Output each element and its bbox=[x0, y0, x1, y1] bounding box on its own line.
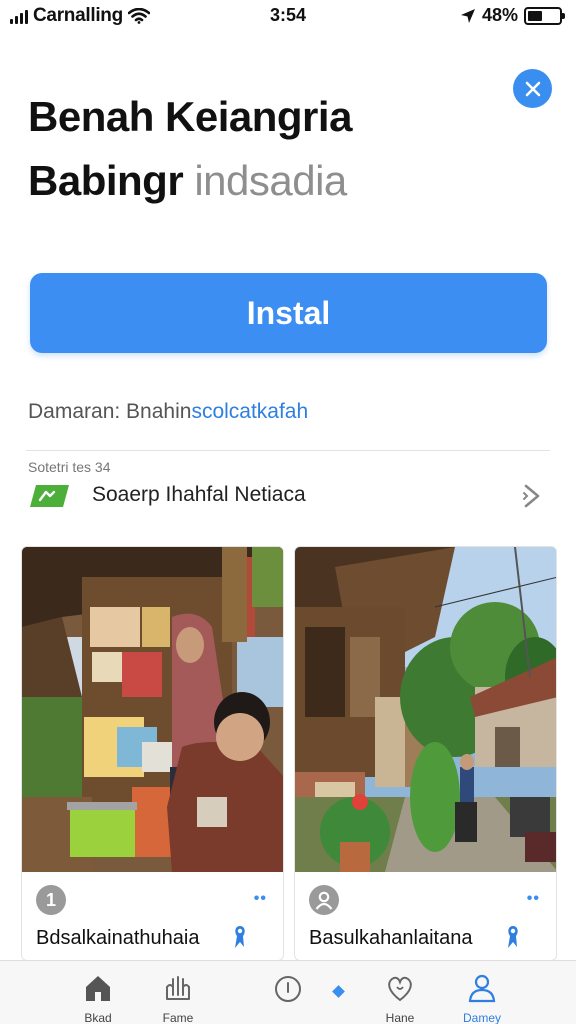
domain-main: Bnahin bbox=[126, 400, 192, 423]
developer-domain: Damaran: Bnahinscolcatkafah bbox=[28, 400, 308, 424]
app-title-main: Babingr bbox=[28, 157, 184, 204]
status-bar: Carnalling 3:54 48% bbox=[0, 0, 576, 30]
tab-label: Bkad bbox=[84, 1011, 112, 1024]
map-pin-icon[interactable] bbox=[504, 924, 522, 950]
tab-fame[interactable]: Fame bbox=[146, 961, 210, 1024]
card-caption: Basulkahanlaitana bbox=[309, 927, 473, 949]
screenshot-photo-village-street bbox=[295, 547, 556, 872]
hands-icon bbox=[166, 976, 190, 1000]
app-title-line-2: Babingr indsadia bbox=[28, 157, 347, 205]
tab-home[interactable]: Bkad bbox=[66, 961, 130, 1024]
compass-icon bbox=[275, 976, 301, 1002]
domain-prefix: Damaran: bbox=[28, 400, 127, 423]
tab-compass[interactable] bbox=[256, 961, 320, 1024]
card-caption: Bdsalkainathuhaia bbox=[36, 927, 200, 949]
close-icon bbox=[525, 81, 540, 96]
domain-link[interactable]: scolcatkafah bbox=[191, 400, 308, 423]
avatar-icon bbox=[315, 891, 333, 910]
tab-label: Hane bbox=[385, 1011, 415, 1024]
app-title-line-1: Benah Keiangria bbox=[28, 93, 352, 140]
category-label: Soaerp Ihahfal Netiaca bbox=[92, 483, 306, 506]
tab-hane[interactable]: Hane bbox=[368, 961, 432, 1024]
tab-damey[interactable]: Damey bbox=[450, 961, 514, 1024]
tab-bar: Bkad Fame Hane Damey bbox=[0, 960, 576, 1024]
tab-label: Damey bbox=[462, 1011, 501, 1024]
status-right: 48% bbox=[460, 5, 565, 26]
more-icon[interactable]: •• bbox=[527, 890, 540, 908]
tab-label: Fame bbox=[162, 1011, 194, 1024]
home-icon bbox=[86, 976, 110, 1001]
section-label: Sotetri tes 34 bbox=[28, 459, 111, 475]
category-row[interactable]: Soaerp Ihahfal Netiaca bbox=[26, 476, 550, 516]
close-button[interactable] bbox=[513, 69, 552, 108]
more-icon[interactable]: •• bbox=[254, 890, 267, 908]
card-footer: •• Basulkahanlaitana bbox=[295, 872, 556, 960]
battery-icon bbox=[524, 6, 565, 25]
screenshot-photo-shop-children bbox=[22, 547, 283, 872]
screenshot-card[interactable]: •• Basulkahanlaitana bbox=[294, 546, 557, 961]
app-title-faded: indsadia bbox=[183, 157, 347, 204]
card-badge bbox=[309, 885, 339, 915]
divider bbox=[26, 450, 550, 451]
chevron-right-icon bbox=[523, 484, 540, 508]
location-arrow-icon bbox=[460, 8, 475, 23]
card-footer: 1 •• Bdsalkainathuhaia bbox=[22, 872, 283, 960]
install-button[interactable]: Instal bbox=[30, 273, 547, 353]
map-pin-icon[interactable] bbox=[231, 924, 249, 950]
heart-icon bbox=[388, 976, 412, 1002]
screenshot-card[interactable]: 1 •• Bdsalkainathuhaia bbox=[21, 546, 284, 961]
battery-percentage: 48% bbox=[481, 5, 518, 25]
person-icon bbox=[468, 974, 496, 1003]
card-badge: 1 bbox=[36, 885, 66, 915]
tag-icon bbox=[30, 485, 69, 507]
